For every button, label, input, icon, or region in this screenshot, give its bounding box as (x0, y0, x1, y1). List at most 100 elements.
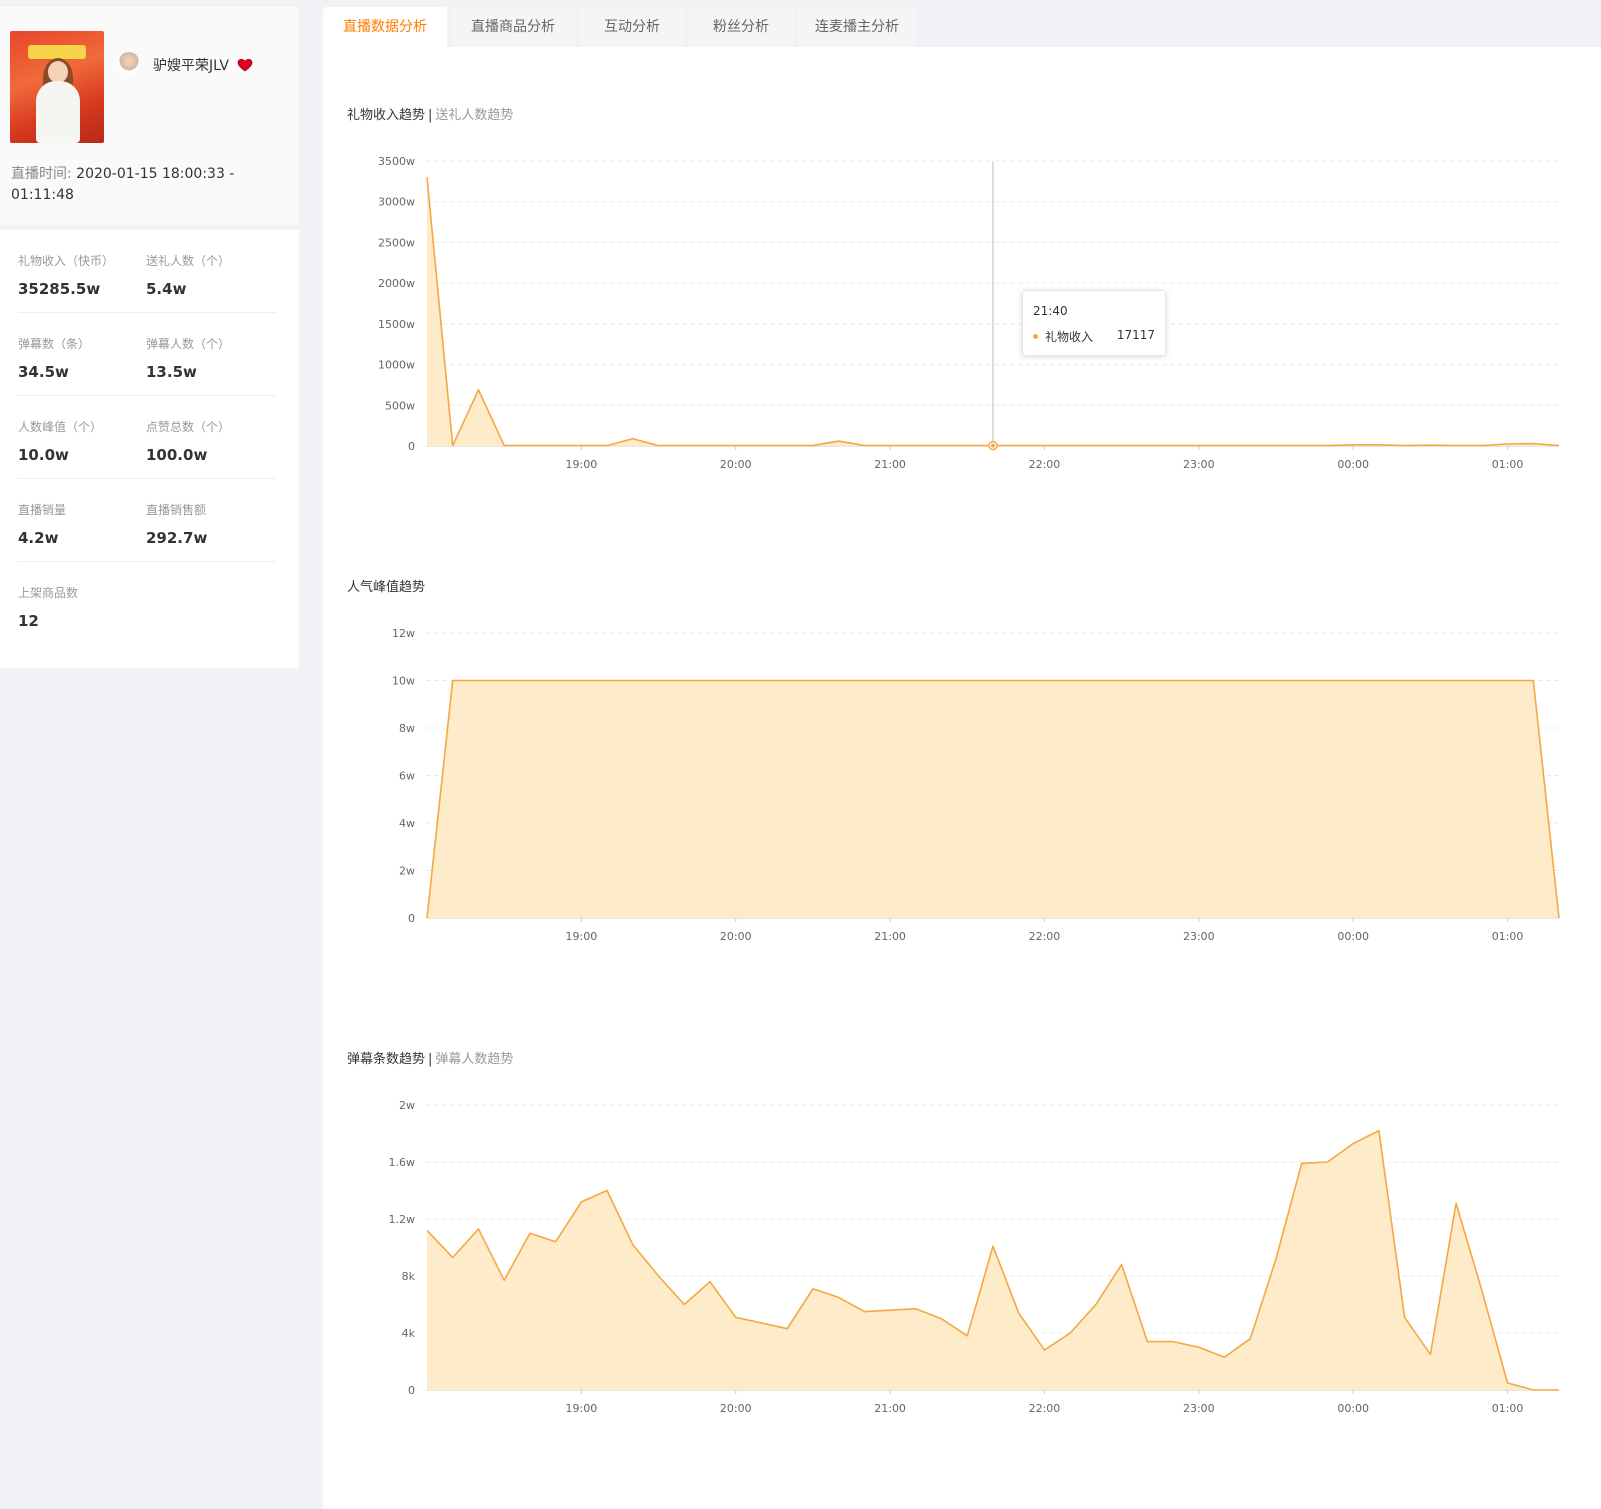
title-separator: | (428, 108, 433, 123)
stat-sales-amount: 直播销售额 292.7w (146, 501, 207, 547)
stat-value: 10.0w (18, 446, 69, 464)
tooltip-series-dot (1033, 334, 1038, 339)
danmu-count-chart[interactable]: 0 4k 8k 1.2w 1.6w 2w 19:00 20:00 21:00 22:00 23:00… (323, 1084, 1601, 1434)
tab-interaction[interactable]: 互动分析 (579, 7, 685, 47)
stat-row: 直播销量 4.2w 直播销售额 292.7w (18, 479, 276, 562)
anchor-avatar[interactable] (118, 52, 140, 74)
tab-co-streamers[interactable]: 连麦播主分析 (797, 7, 917, 47)
x-tick-label: 22:00 (1029, 930, 1061, 943)
live-cover-image[interactable] (10, 31, 104, 143)
x-tick-label: 01:00 (1492, 930, 1524, 943)
gift-income-chart[interactable]: 0 500w 1000w 1500w 2000w 2500w 3000w 3500w 19:00… (323, 140, 1601, 490)
y-tick-label: 4w (399, 817, 415, 830)
y-tick-label: 4k (402, 1327, 416, 1340)
x-tick-label: 20:00 (720, 1402, 752, 1415)
y-tick-label: 1000w (378, 359, 415, 372)
tab-fans[interactable]: 粉丝分析 (689, 7, 793, 47)
x-tick-label: 01:00 (1492, 458, 1524, 471)
y-tick-label: 2w (399, 1099, 415, 1112)
stat-value: 13.5w (146, 363, 197, 381)
stat-value: 292.7w (146, 529, 208, 547)
chart-title-gift-senders[interactable]: 送礼人数趋势 (435, 108, 513, 123)
stat-row: 人数峰值（个） 10.0w 点赞总数（个） 100.0w (18, 396, 276, 479)
stat-label: 弹幕人数（个） (146, 337, 231, 351)
cover-dress (36, 81, 80, 143)
stat-value: 5.4w (146, 280, 187, 298)
y-tick-label: 0 (408, 440, 415, 453)
chart-title-peak: 人气峰值趋势 (347, 580, 426, 595)
chart-title-danmu: 弹幕条数趋势 | 弹幕人数趋势 (347, 1048, 513, 1067)
stat-gift-income: 礼物收入（快币） 35285.5w (18, 252, 114, 298)
stat-danmu-count: 弹幕数（条） 34.5w (18, 335, 90, 381)
tab-live-data[interactable]: 直播数据分析 (323, 7, 447, 47)
y-tick-label: 500w (385, 399, 415, 412)
chart-title-danmu-count[interactable]: 弹幕条数趋势 (347, 1052, 425, 1067)
x-tick-label: 23:00 (1183, 930, 1215, 943)
cover-banner (28, 45, 86, 59)
y-tick-label: 0 (408, 912, 415, 925)
anchor-profile-card: 驴嫂平荣JLV 直播时间: 2020-01-15 18:00:33 - 01:1… (0, 7, 299, 225)
stat-products-listed: 上架商品数 12 (18, 584, 78, 630)
tab-live-products[interactable]: 直播商品分析 (451, 7, 575, 47)
x-tick-label: 20:00 (720, 930, 752, 943)
stat-value: 100.0w (146, 446, 208, 464)
x-tick-label: 19:00 (566, 930, 598, 943)
y-tick-label: 1.6w (389, 1156, 416, 1169)
y-tick-label: 12w (392, 627, 415, 640)
y-tick-label: 6w (399, 770, 415, 783)
series-area (427, 680, 1559, 918)
y-tick-label: 2500w (378, 236, 415, 249)
tooltip-time: 21:40 (1033, 304, 1068, 318)
stat-value: 34.5w (18, 363, 69, 381)
title-separator: | (428, 1052, 433, 1067)
analysis-tabs: 直播数据分析 直播商品分析 互动分析 粉丝分析 连麦播主分析 (323, 7, 1601, 47)
x-tick-label: 00:00 (1337, 930, 1369, 943)
x-tick-label: 23:00 (1183, 1402, 1215, 1415)
stat-label: 直播销售额 (146, 503, 207, 517)
stat-label: 送礼人数（个） (146, 254, 231, 268)
y-tick-label: 2w (399, 865, 415, 878)
y-tick-label: 2000w (378, 277, 415, 290)
stat-label: 礼物收入（快币） (18, 254, 115, 268)
cover-face (48, 61, 68, 83)
stat-row: 上架商品数 12 (18, 562, 276, 644)
heart-icon (237, 58, 253, 72)
y-tick-label: 3500w (378, 155, 415, 168)
y-tick-label: 8k (402, 1270, 416, 1283)
chart-tooltip: 21:40 礼物收入 17117 (1022, 290, 1166, 356)
x-tick-label: 21:00 (874, 458, 906, 471)
stat-row: 弹幕数（条） 34.5w 弹幕人数（个） 13.5w (18, 313, 276, 396)
x-tick-label: 19:00 (566, 458, 598, 471)
chart-title-danmu-users[interactable]: 弹幕人数趋势 (435, 1052, 513, 1067)
x-tick-label: 22:00 (1029, 458, 1061, 471)
x-tick-label: 21:00 (874, 1402, 906, 1415)
stat-row: 礼物收入（快币） 35285.5w 送礼人数（个） 5.4w (18, 230, 276, 313)
y-tick-label: 1500w (378, 318, 415, 331)
y-tick-label: 3000w (378, 196, 415, 209)
stat-peak-viewers: 人数峰值（个） 10.0w (18, 418, 102, 464)
stat-value: 35285.5w (18, 280, 101, 298)
y-tick-label: 10w (392, 675, 415, 688)
stat-label: 点赞总数（个） (146, 420, 231, 434)
chart-title-gift: 礼物收入趋势 | 送礼人数趋势 (347, 104, 513, 123)
live-time: 直播时间: 2020-01-15 18:00:33 - 01:11:48 (11, 164, 281, 206)
x-tick-label: 21:00 (874, 930, 906, 943)
stat-gift-senders: 送礼人数（个） 5.4w (146, 252, 230, 298)
stat-label: 弹幕数（条） (18, 337, 91, 351)
y-tick-label: 1.2w (389, 1213, 416, 1226)
chart-title-gift-income[interactable]: 礼物收入趋势 (347, 108, 425, 123)
stat-sales-volume: 直播销量 4.2w (18, 501, 66, 547)
series-area (427, 1130, 1559, 1390)
x-tick-label: 00:00 (1337, 1402, 1369, 1415)
stat-label: 人数峰值（个） (18, 420, 103, 434)
x-tick-label: 23:00 (1183, 458, 1215, 471)
stat-danmu-users: 弹幕人数（个） 13.5w (146, 335, 230, 381)
popularity-peak-chart[interactable]: 0 2w 4w 6w 8w 10w 12w 19:00 20:00 21:00 22:00 23:00… (323, 612, 1601, 962)
x-tick-label: 19:00 (566, 1402, 598, 1415)
x-tick-label: 20:00 (720, 458, 752, 471)
stat-value: 4.2w (18, 529, 59, 547)
stat-value: 12 (18, 612, 39, 630)
anchor-name[interactable]: 驴嫂平荣JLV (153, 55, 229, 75)
stat-label: 直播销量 (18, 503, 67, 517)
tooltip-series-name: 礼物收入 (1045, 330, 1094, 344)
